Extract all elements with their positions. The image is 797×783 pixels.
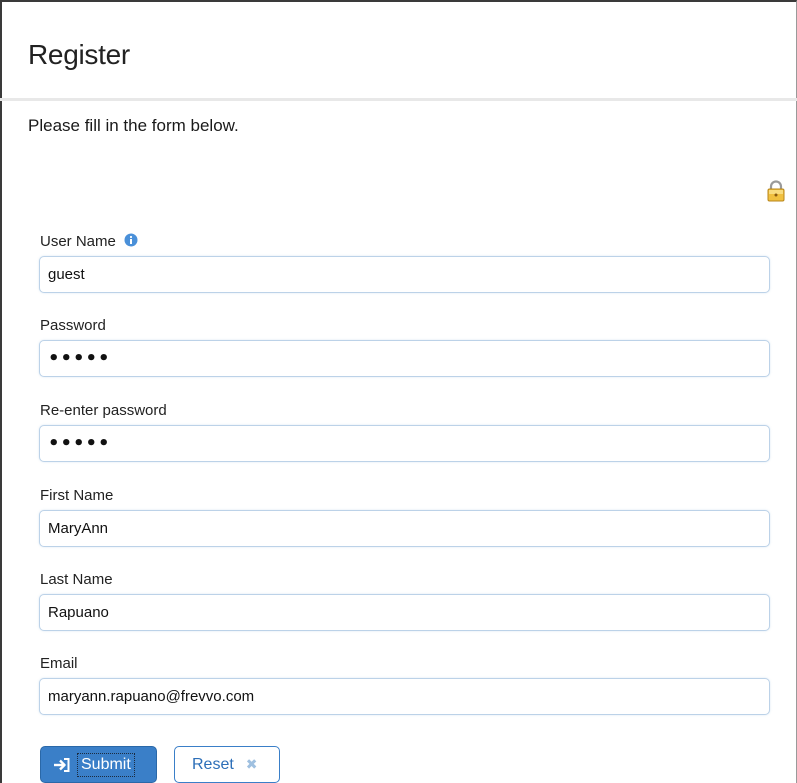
first-name-label: First Name bbox=[40, 487, 114, 504]
user-name-input[interactable] bbox=[39, 256, 770, 293]
last-name-label: Last Name bbox=[40, 571, 113, 588]
email-input[interactable] bbox=[39, 678, 770, 715]
reset-label: Reset bbox=[192, 755, 234, 773]
sign-in-icon bbox=[54, 757, 70, 772]
title-divider bbox=[0, 98, 797, 101]
user-name-label: User Name bbox=[40, 233, 138, 251]
close-icon: ✖ bbox=[245, 756, 258, 772]
reset-button[interactable]: Reset ✖ bbox=[174, 746, 280, 783]
info-icon[interactable] bbox=[124, 233, 138, 247]
submit-button[interactable]: Submit bbox=[40, 746, 157, 783]
confirm-password-input[interactable] bbox=[39, 425, 770, 462]
email-label: Email bbox=[40, 655, 78, 672]
password-input[interactable] bbox=[39, 340, 770, 377]
submit-label: Submit bbox=[77, 752, 135, 777]
confirm-password-label: Re-enter password bbox=[40, 402, 167, 419]
last-name-input[interactable] bbox=[39, 594, 770, 631]
page-title: Register bbox=[28, 39, 130, 70]
lock-icon bbox=[767, 180, 785, 202]
user-name-label-text: User Name bbox=[40, 233, 116, 250]
first-name-input[interactable] bbox=[39, 510, 770, 547]
password-label: Password bbox=[40, 317, 106, 334]
form-instructions: Please fill in the form below. bbox=[28, 116, 239, 135]
